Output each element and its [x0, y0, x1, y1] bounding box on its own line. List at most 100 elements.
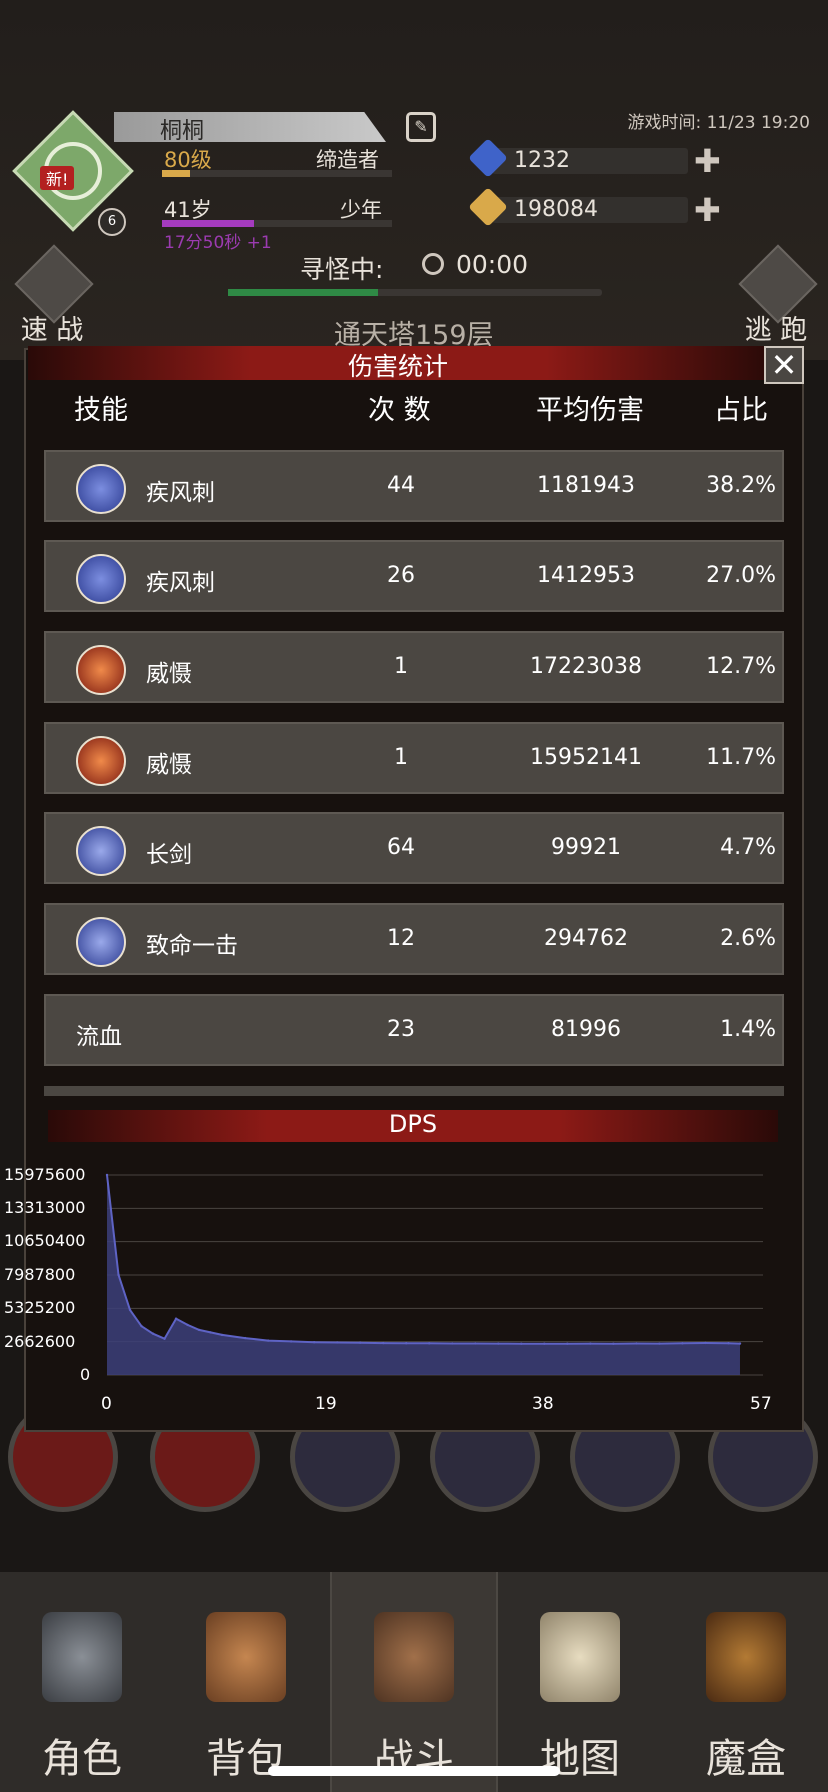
new-badge: 新! [40, 166, 75, 190]
flee-label: 逃 跑 [744, 315, 808, 346]
damage-row-partial [44, 1086, 784, 1096]
sword-shield-icon [374, 1612, 454, 1702]
header-avg: 平均伤害 [536, 395, 644, 426]
search-progress [228, 289, 602, 296]
dps-point [163, 1337, 166, 1340]
skill-ratio: 4.7% [720, 835, 776, 860]
add-gems-button[interactable]: ✚ [694, 142, 721, 180]
skill-avg: 99921 [551, 835, 621, 860]
dps-point [128, 1308, 132, 1312]
skill-avg: 81996 [551, 1017, 621, 1042]
fire-aura-icon [76, 645, 126, 695]
dps-point [186, 1323, 189, 1327]
dps-point [543, 1342, 546, 1345]
long-sword-icon [76, 826, 126, 876]
skill-count: 1 [394, 745, 408, 770]
x-tick: 19 [315, 1394, 337, 1414]
damage-row[interactable]: 流血 23 81996 1.4% [44, 994, 784, 1066]
dps-title: DPS [388, 1110, 438, 1138]
age-bar [162, 220, 392, 227]
dps-point [451, 1342, 454, 1345]
dps-point [589, 1342, 592, 1345]
skill-count: 12 [387, 926, 415, 951]
damage-row[interactable]: 疾风刺 26 1412953 27.0% [44, 540, 784, 612]
damage-row[interactable]: 致命一击 12 294762 2.6% [44, 903, 784, 975]
nav-label: 角色 [42, 1736, 122, 1782]
skill-ratio: 11.7% [706, 745, 776, 770]
xp-bar [162, 170, 392, 177]
skill-bubbles: 29.9k 105.3k [0, 1402, 828, 1550]
game-time: 游戏时间: 11/23 19:20 [627, 113, 810, 133]
dps-line [106, 1174, 741, 1345]
skill-ratio: 1.4% [720, 1017, 776, 1042]
dps-point [358, 1341, 362, 1344]
skill-name: 疾风刺 [146, 570, 215, 596]
dps-point [174, 1317, 178, 1320]
nav-backpack[interactable]: 背包 [164, 1572, 328, 1792]
fire-aura-icon [76, 736, 126, 786]
gem-resource: 1232 ✚ [468, 138, 721, 180]
flee-button[interactable]: 逃 跑 [736, 244, 818, 346]
dps-point [635, 1342, 638, 1345]
name-plate [114, 112, 386, 142]
searching-label: 寻怪中: [300, 255, 384, 284]
gold-count: 198084 [514, 197, 598, 222]
x-tick: 0 [101, 1394, 112, 1414]
dps-point [658, 1342, 661, 1345]
nav-battle[interactable]: 战斗 [330, 1572, 498, 1792]
helmet-icon [42, 1612, 122, 1702]
dps-point [243, 1336, 247, 1340]
dps-point [704, 1341, 707, 1345]
dps-point [140, 1324, 143, 1328]
dps-point [497, 1342, 500, 1345]
quick-battle-button[interactable]: 速 战 [12, 244, 94, 346]
nav-magic-box[interactable]: 魔盒 [664, 1572, 828, 1792]
skill-avg: 1181943 [537, 473, 635, 498]
dps-point [335, 1341, 339, 1344]
wind-thrust-icon [76, 464, 126, 514]
skill-ratio: 2.6% [720, 926, 776, 951]
dps-point [289, 1340, 293, 1343]
skill-avg: 17223038 [530, 654, 642, 679]
x-tick: 38 [532, 1394, 554, 1414]
nav-label: 魔盒 [706, 1736, 786, 1782]
skill-avg: 15952141 [530, 745, 642, 770]
magic-box-icon [706, 1612, 786, 1702]
player-name: 桐桐 [160, 119, 205, 144]
skill-name: 致命一击 [146, 933, 238, 959]
dps-point [612, 1342, 615, 1345]
dps-point [727, 1342, 730, 1345]
age-timer: 17分50秒 +1 [164, 233, 272, 253]
damage-row[interactable]: 威慑 1 15952141 11.7% [44, 722, 784, 794]
nav-character[interactable]: 角色 [0, 1572, 164, 1792]
x-tick: 57 [750, 1394, 772, 1414]
scroll-map-icon [540, 1612, 620, 1702]
dps-point [312, 1341, 316, 1344]
avatar-level-badge: 6 [98, 208, 126, 236]
dps-point [266, 1339, 270, 1342]
damage-row[interactable]: 疾风刺 44 1181943 38.2% [44, 450, 784, 522]
backpack-icon [206, 1612, 286, 1702]
wind-thrust-icon [76, 554, 126, 604]
dps-point [474, 1342, 477, 1345]
skill-name: 威慑 [146, 752, 192, 778]
close-button[interactable]: ✕ [764, 346, 804, 384]
damage-row[interactable]: 长剑 64 99921 4.7% [44, 812, 784, 884]
dps-point [566, 1342, 569, 1345]
skill-avg: 294762 [544, 926, 628, 951]
damage-row[interactable]: 威慑 1 17223038 12.7% [44, 631, 784, 703]
skill-name: 疾风刺 [146, 480, 215, 506]
gem-count: 1232 [514, 148, 570, 173]
dps-point [197, 1328, 201, 1332]
skill-count: 1 [394, 654, 408, 679]
edit-icon[interactable]: ✎ [406, 112, 436, 142]
add-gold-button[interactable]: ✚ [694, 191, 721, 229]
nav-map[interactable]: 地图 [498, 1572, 662, 1792]
home-indicator[interactable] [268, 1766, 560, 1776]
skill-avg: 1412953 [537, 563, 635, 588]
skill-count: 23 [387, 1017, 415, 1042]
header-count: 次 数 [368, 395, 431, 426]
dps-point [151, 1332, 155, 1335]
skill-name: 流血 [76, 1024, 122, 1050]
dps-point [405, 1342, 408, 1345]
